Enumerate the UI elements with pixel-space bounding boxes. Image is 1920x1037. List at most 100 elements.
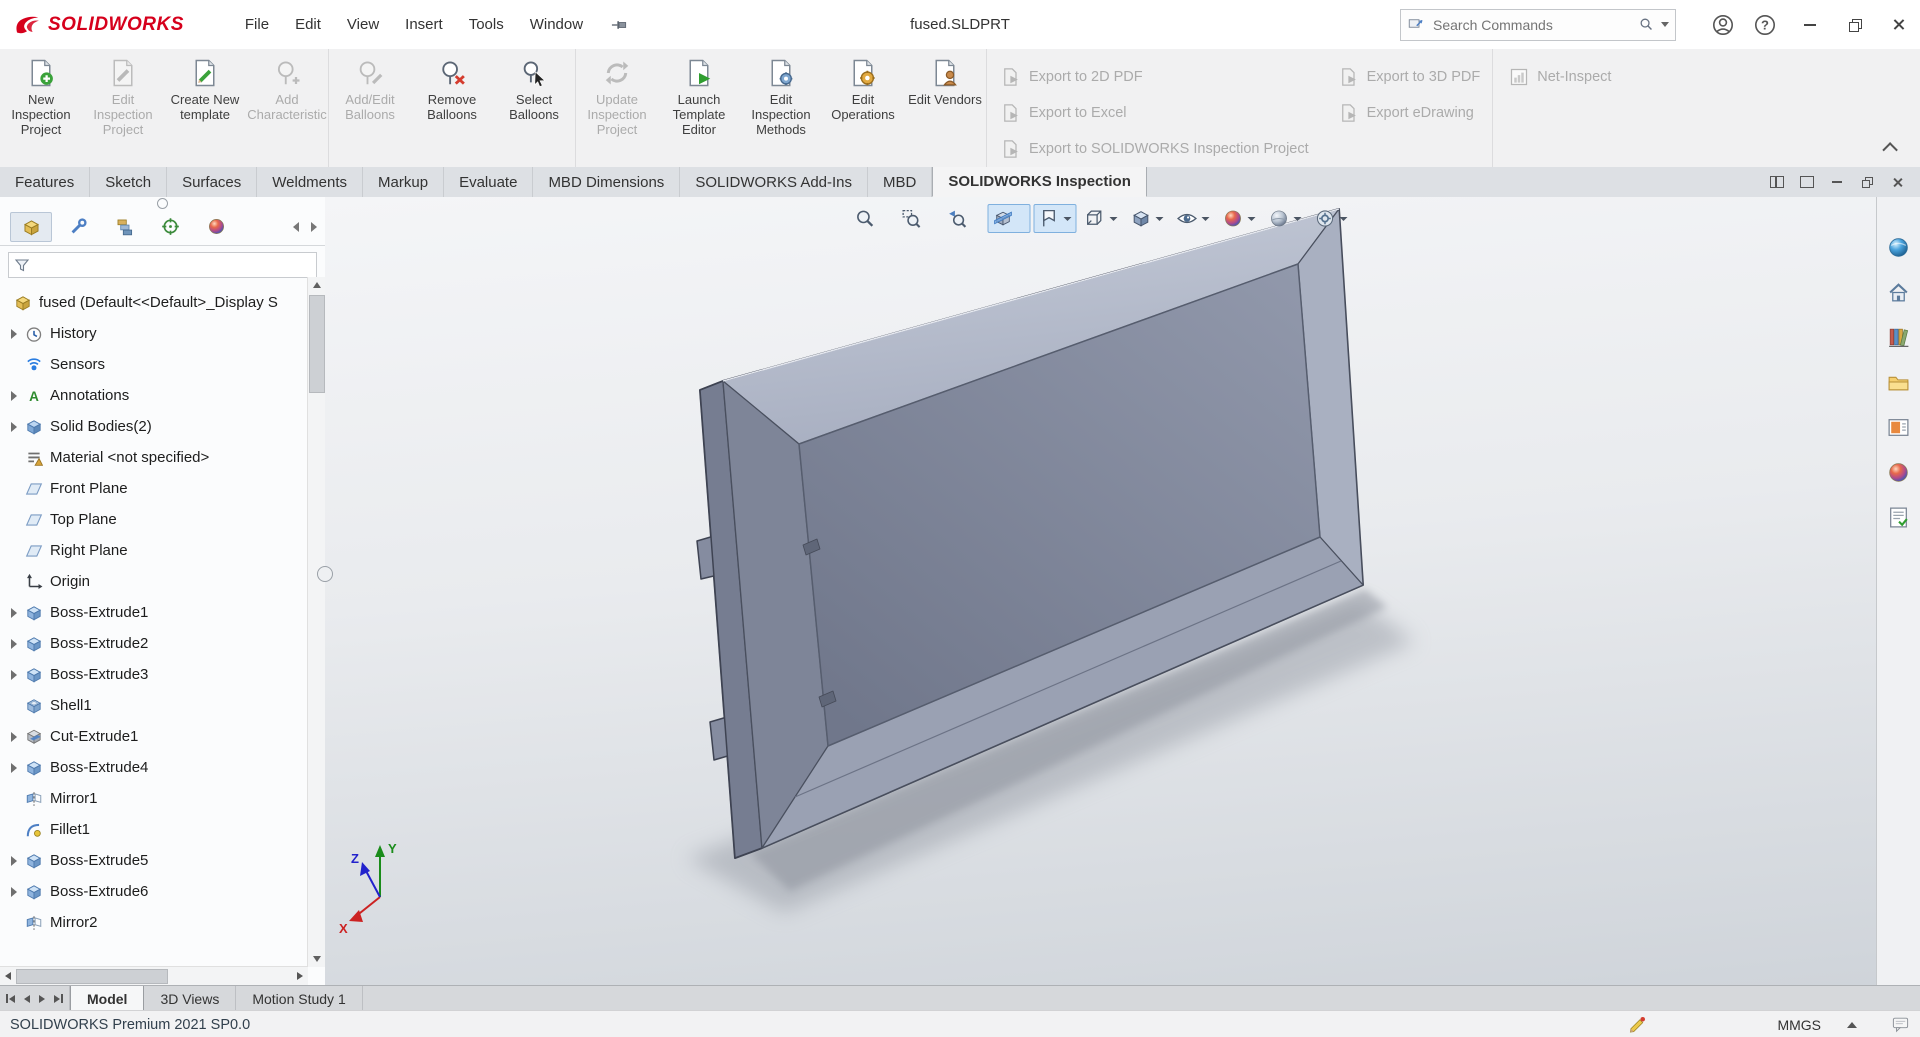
mbd[interactable]: MBD (868, 167, 933, 197)
file[interactable]: File (232, 10, 282, 39)
boss-extrude1[interactable]: Boss-Extrude1 (0, 597, 308, 628)
panel-resize-handle[interactable] (157, 197, 168, 209)
scroll-down-icon[interactable] (308, 951, 325, 967)
hide-show-items-icon[interactable] (1171, 204, 1214, 233)
model-canvas[interactable]: Y X Z (325, 197, 1876, 985)
update-inspection-project[interactable]: Update Inspection Project (576, 49, 658, 167)
apply-scene-icon[interactable] (1263, 204, 1306, 233)
scroll-right-icon[interactable] (292, 967, 308, 985)
fillet1[interactable]: Fillet1 (0, 814, 308, 845)
create-new-template[interactable]: Create New template (164, 49, 246, 167)
edit-inspection-project[interactable]: Edit Inspection Project (82, 49, 164, 167)
edit-appearance-icon[interactable] (1217, 204, 1260, 233)
units-caret-icon[interactable] (1847, 1021, 1857, 1028)
file-explorer-icon[interactable] (1883, 366, 1915, 398)
mbd-dimensions[interactable]: MBD Dimensions (533, 167, 681, 197)
threedexperience-marketplace-icon[interactable] (1883, 231, 1915, 263)
dynamic-annotation-views-icon[interactable] (1033, 204, 1076, 233)
last-tab-icon[interactable] (54, 994, 63, 1003)
close-document-icon[interactable] (1882, 170, 1912, 194)
sketch[interactable]: Sketch (90, 167, 168, 197)
custom-properties-icon[interactable] (1883, 501, 1915, 533)
dropdown-caret-icon[interactable] (1293, 216, 1301, 221)
evaluate[interactable]: Evaluate (444, 167, 534, 197)
view-orientation-icon[interactable] (1079, 204, 1122, 233)
solidworks-add-ins[interactable]: SOLIDWORKS Add-Ins (680, 167, 869, 197)
export-to-2d-pdf[interactable]: Export to 2D PDF (1001, 59, 1309, 95)
panel-collapse-handle[interactable] (317, 566, 333, 582)
model[interactable]: Model (70, 986, 145, 1011)
tree-vertical-scrollbar[interactable] (307, 277, 325, 967)
appearances-scenes-icon[interactable] (1883, 456, 1915, 488)
launch-template-editor[interactable]: Launch Template Editor (658, 49, 740, 167)
search-commands-box[interactable] (1400, 8, 1676, 41)
tree-horizontal-scrollbar[interactable] (0, 966, 308, 985)
export-to-3d-pdf[interactable]: Export to 3D PDF (1339, 59, 1480, 95)
minimize-window-button[interactable] (1788, 0, 1832, 49)
quick-tips-icon[interactable] (1891, 1015, 1910, 1034)
expand-arrow-icon[interactable] (7, 732, 21, 742)
close-window-button[interactable] (1876, 0, 1920, 49)
right-plane[interactable]: Right Plane (0, 535, 308, 566)
account-icon[interactable] (1704, 6, 1742, 44)
export-to-excel[interactable]: Export to Excel (1001, 95, 1309, 131)
view[interactable]: View (334, 10, 392, 39)
collapse-ribbon-icon[interactable] (1880, 139, 1902, 157)
scroll-up-icon[interactable] (308, 277, 325, 293)
zoom-to-fit-icon[interactable] (849, 204, 892, 233)
previous-view-icon[interactable] (941, 204, 984, 233)
view-palette-icon[interactable] (1883, 411, 1915, 443)
expand-arrow-icon[interactable] (7, 422, 21, 432)
insert[interactable]: Insert (392, 10, 456, 39)
net-inspect[interactable]: Net-Inspect (1509, 59, 1611, 95)
edit[interactable]: Edit (282, 10, 334, 39)
tree-filter-box[interactable] (8, 252, 317, 278)
expand-arrow-icon[interactable] (7, 887, 21, 897)
top-plane[interactable]: Top Plane (0, 504, 308, 535)
edit-inspection-methods[interactable]: Edit Inspection Methods (740, 49, 822, 167)
restore-window-button[interactable] (1832, 0, 1876, 49)
featuremanager-tab[interactable] (10, 212, 52, 242)
scroll-tabs-right-icon[interactable] (311, 222, 317, 232)
history[interactable]: History (0, 318, 308, 349)
vertical-scroll-thumb[interactable] (309, 295, 325, 393)
expand-arrow-icon[interactable] (7, 763, 21, 773)
cut-extrude1[interactable]: Cut-Extrude1 (0, 721, 308, 752)
minimize-document-icon[interactable] (1822, 170, 1852, 194)
motion-study-1[interactable]: Motion Study 1 (236, 986, 363, 1011)
displaymanager-tab[interactable] (196, 212, 236, 240)
search-input[interactable] (1431, 15, 1632, 34)
expand-arrow-icon[interactable] (7, 391, 21, 401)
tree-filter-input[interactable] (35, 256, 311, 274)
units-selector[interactable]: MMGS (1777, 1017, 1857, 1033)
boss-extrude6[interactable]: Boss-Extrude6 (0, 876, 308, 907)
configurationmanager-tab[interactable] (104, 212, 144, 240)
expand-arrow-icon[interactable] (7, 608, 21, 618)
help-icon[interactable] (1746, 6, 1784, 44)
mirror1[interactable]: Mirror1 (0, 783, 308, 814)
window[interactable]: Window (517, 10, 596, 39)
new-inspection-project[interactable]: New Inspection Project (0, 49, 82, 167)
mirror2[interactable]: Mirror2 (0, 907, 308, 938)
material-not-specified[interactable]: Material <not specified> (0, 442, 308, 473)
dropdown-caret-icon[interactable] (1109, 216, 1117, 221)
next-tab-icon[interactable] (39, 994, 45, 1003)
propertymanager-tab[interactable] (58, 212, 98, 240)
horizontal-scroll-thumb[interactable] (16, 969, 168, 984)
boss-extrude4[interactable]: Boss-Extrude4 (0, 752, 308, 783)
scroll-left-icon[interactable] (0, 967, 16, 985)
expand-arrow-icon[interactable] (7, 329, 21, 339)
pin-toolbar-icon[interactable] (606, 12, 632, 38)
annotations[interactable]: Annotations (0, 380, 308, 411)
dropdown-caret-icon[interactable] (1155, 216, 1163, 221)
3d-views[interactable]: 3D Views (144, 986, 237, 1011)
graphics-area[interactable]: Y X Z (325, 197, 1876, 985)
zoom-to-area-icon[interactable] (895, 204, 938, 233)
restore-document-icon[interactable] (1852, 170, 1882, 194)
export-edrawing[interactable]: Export eDrawing (1339, 95, 1481, 131)
sensors[interactable]: Sensors (0, 349, 308, 380)
front-plane[interactable]: Front Plane (0, 473, 308, 504)
solidworks-resources-icon[interactable] (1883, 276, 1915, 308)
solidworks-inspection[interactable]: SOLIDWORKS Inspection (932, 167, 1147, 197)
boss-extrude3[interactable]: Boss-Extrude3 (0, 659, 308, 690)
